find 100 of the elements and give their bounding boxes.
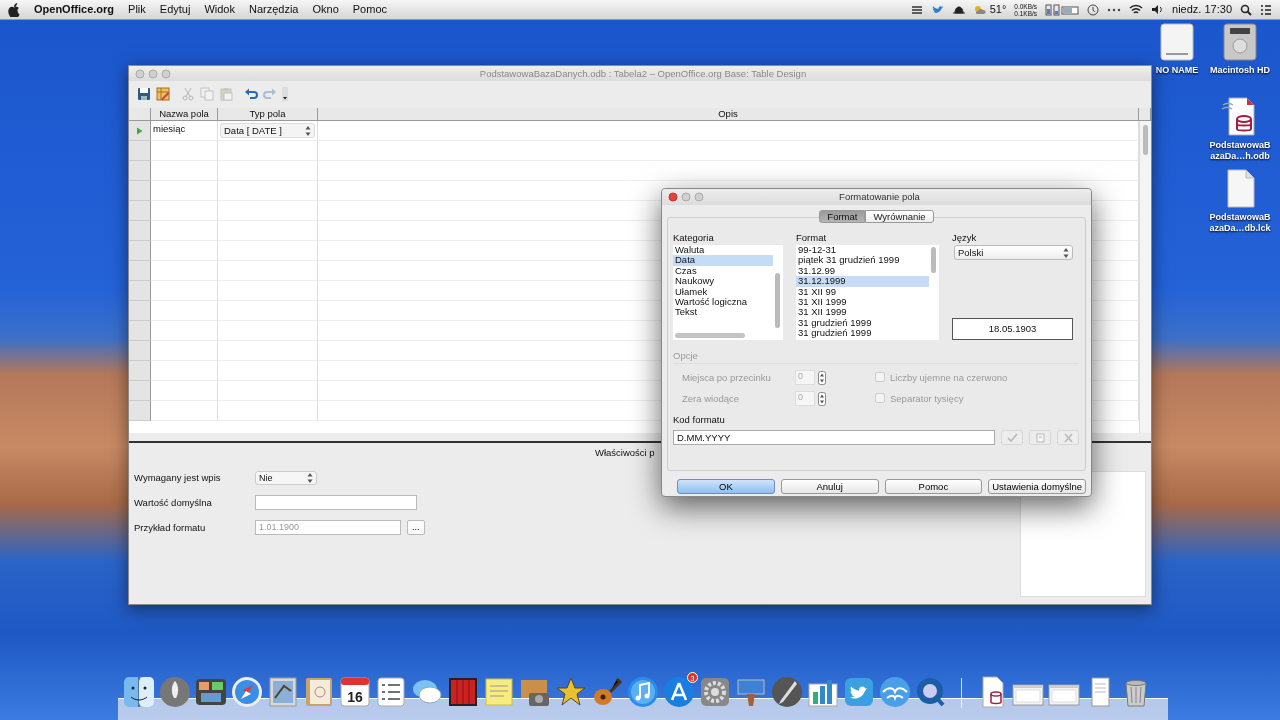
list-box[interactable]: Waluta Data Czas Naukowy Ułamek Wartość logiczna Tekst (673, 245, 783, 340)
table-cell[interactable] (151, 381, 218, 401)
podium-icon[interactable] (735, 676, 767, 708)
list-item[interactable]: 31 grudzień 1999 (796, 328, 929, 339)
wifi-icon[interactable] (1129, 4, 1144, 15)
table-cell[interactable] (151, 201, 218, 221)
apple-menu-icon[interactable] (8, 2, 20, 17)
dialog-button[interactable]: OK (677, 479, 775, 494)
finder-face-icon[interactable] (123, 676, 155, 708)
star-icon[interactable] (555, 676, 587, 708)
app-menu[interactable]: OpenOffice.org (34, 2, 115, 17)
menu-item[interactable]: Widok (204, 2, 235, 17)
list-item[interactable]: Wartość logiczna (673, 297, 773, 308)
table-cell[interactable] (218, 141, 318, 161)
table-cell[interactable] (151, 221, 218, 241)
row-header[interactable] (129, 321, 151, 341)
table-cell[interactable] (218, 361, 318, 381)
row-header[interactable] (129, 121, 151, 141)
list-item[interactable]: Naukowy (673, 276, 773, 287)
checklist-icon[interactable] (375, 676, 407, 708)
table-cell[interactable] (151, 301, 218, 321)
row-header[interactable] (129, 381, 151, 401)
undo-icon[interactable] (244, 86, 258, 101)
q-circle-icon[interactable] (915, 676, 947, 708)
row-header[interactable] (129, 361, 151, 381)
menu-item[interactable]: Narzędzia (248, 2, 299, 17)
table-cell[interactable] (151, 321, 218, 341)
table-cell[interactable] (151, 361, 218, 381)
clock-icon[interactable] (1087, 3, 1100, 16)
type-select[interactable]: Data [ DATE ] (220, 123, 315, 138)
sticky-note-icon[interactable] (483, 676, 515, 708)
list-icon[interactable] (1260, 4, 1272, 15)
table-cell[interactable] (151, 281, 218, 301)
dialog-button[interactable]: Ustawienia domyślne (988, 479, 1086, 494)
dialog-button[interactable]: Pomoc (884, 479, 983, 494)
row-header[interactable] (129, 281, 151, 301)
gear-icon[interactable] (699, 676, 731, 708)
scrollbar-thumb[interactable] (1143, 125, 1148, 155)
row-header[interactable] (129, 401, 151, 421)
table-cell[interactable] (151, 141, 218, 161)
compass-icon[interactable] (231, 676, 263, 708)
table-cell[interactable] (318, 141, 1139, 161)
guitar-icon[interactable] (591, 676, 623, 708)
icon-label[interactable]: PodstawowaBazaDa…db.lck (1209, 212, 1271, 234)
stepper-arrows-icon[interactable] (818, 370, 826, 385)
input-field[interactable]: D.MM.YYYY (673, 430, 995, 445)
menu-item[interactable]: Plik (128, 2, 146, 17)
table-cell[interactable] (151, 181, 218, 201)
row-header[interactable] (129, 261, 151, 281)
table-cell[interactable] (218, 241, 318, 261)
row-header[interactable] (129, 301, 151, 321)
drive-icon[interactable] (1157, 20, 1197, 62)
list-item[interactable]: Ułamek (673, 286, 773, 298)
table-cell[interactable] (218, 281, 318, 301)
bird-icon[interactable] (930, 4, 944, 15)
list-icon[interactable] (910, 4, 923, 15)
caret-icon[interactable] (282, 86, 288, 101)
scrollbar-thumb[interactable] (931, 247, 936, 273)
list-item[interactable]: 31.12.1999 (796, 276, 929, 287)
icon-label[interactable]: NO NAME (1155, 65, 1199, 76)
tab[interactable]: Format (819, 210, 866, 223)
seagull-icon[interactable] (879, 676, 911, 708)
list-item[interactable]: 31 XII 99 (796, 286, 929, 298)
row-header[interactable] (129, 181, 151, 201)
table-cell[interactable] (151, 261, 218, 281)
search-icon[interactable] (1240, 3, 1252, 16)
list-item[interactable]: Data (673, 255, 773, 266)
list-item[interactable]: 31 XII 1999 (796, 297, 929, 308)
stamp-icon[interactable] (267, 676, 299, 708)
dots-icon[interactable] (1107, 6, 1122, 13)
table-cell[interactable] (318, 121, 1139, 141)
table-cell[interactable] (218, 161, 318, 181)
row-header[interactable] (129, 341, 151, 361)
quill-icon[interactable] (771, 676, 803, 708)
table-cell[interactable] (218, 201, 318, 221)
list-item[interactable]: Tekst (673, 307, 773, 318)
table-cell[interactable] (218, 321, 318, 341)
list-item[interactable]: Czas (673, 265, 773, 277)
stepper-arrows-icon[interactable] (818, 391, 826, 406)
list-item[interactable]: Waluta (673, 245, 773, 256)
scrollbar-thumb[interactable] (775, 273, 780, 328)
icon-label[interactable]: PodstawowaBazaDa…h.odb (1209, 140, 1271, 162)
table-pencil-icon[interactable] (156, 86, 170, 101)
language-select[interactable]: Polski (954, 245, 1073, 260)
table-cell[interactable]: miesiąc (151, 121, 218, 141)
rocket-icon[interactable] (159, 676, 191, 708)
menu-clock[interactable]: niedz. 17:30 (1172, 2, 1232, 17)
list-item[interactable]: piątek 31 grudzień 1999 (796, 255, 929, 266)
menu-item[interactable]: Pomoc (352, 2, 387, 17)
window-grid-icon[interactable] (195, 676, 227, 708)
table-cell[interactable] (151, 241, 218, 261)
input-field[interactable] (255, 495, 417, 510)
row-header[interactable] (129, 141, 151, 161)
list-item[interactable]: 31 XII 1999 (796, 307, 929, 318)
table-cell[interactable] (218, 261, 318, 281)
address-book-icon[interactable] (303, 676, 335, 708)
table-cell[interactable] (151, 401, 218, 421)
hard-drive-icon[interactable] (1220, 20, 1260, 62)
row-header[interactable] (129, 241, 151, 261)
music-note-icon[interactable] (627, 676, 659, 708)
